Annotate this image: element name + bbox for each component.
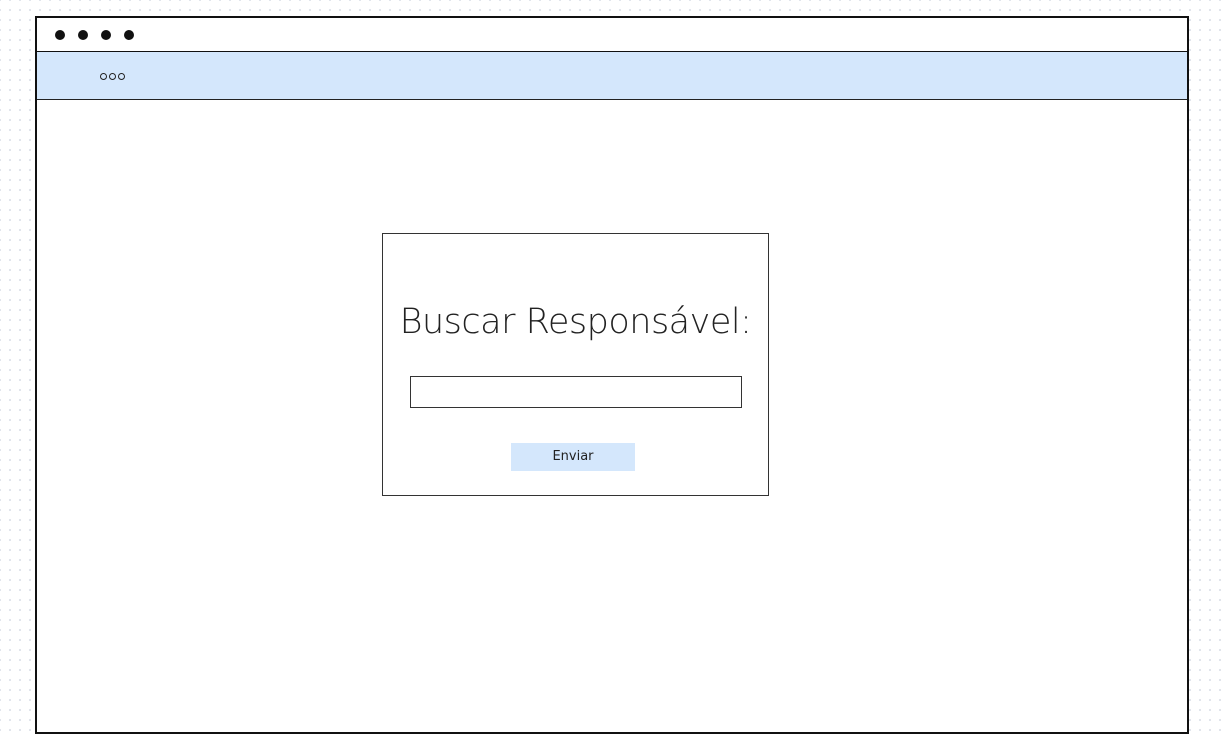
navigation-bar — [37, 52, 1187, 100]
ring-icon — [100, 73, 107, 80]
browser-window: Buscar Responsável: Enviar — [35, 16, 1189, 734]
search-title: Buscar Responsável: — [399, 302, 752, 342]
submit-button[interactable]: Enviar — [511, 443, 635, 471]
window-dot-icon[interactable] — [78, 30, 88, 40]
ring-icon — [118, 73, 125, 80]
window-dot-icon[interactable] — [55, 30, 65, 40]
ring-icon — [109, 73, 116, 80]
search-responsible-card: Buscar Responsável: Enviar — [382, 233, 769, 496]
three-rings-menu-icon[interactable] — [100, 73, 125, 80]
window-dot-icon[interactable] — [101, 30, 111, 40]
window-title-bar — [37, 18, 1187, 52]
window-dot-icon[interactable] — [124, 30, 134, 40]
search-input[interactable] — [410, 376, 742, 408]
window-controls — [55, 30, 134, 40]
